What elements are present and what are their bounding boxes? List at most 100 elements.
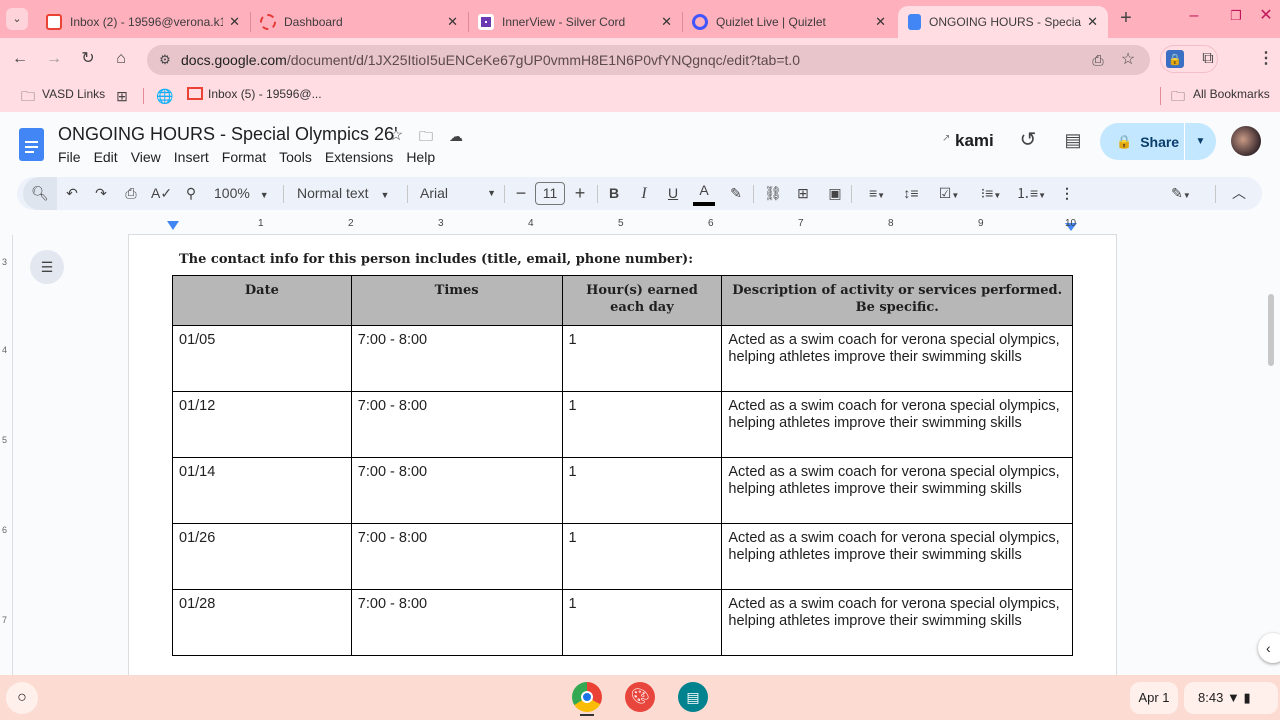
back-button[interactable]: ← [10,49,30,69]
vertical-scrollbar[interactable] [1268,294,1274,366]
status-area[interactable]: 8:43 ▼ ▮ [1184,682,1278,714]
cell-description[interactable]: Acted as a swim coach for verona special… [721,457,1073,524]
cell-date[interactable]: 01/05 [172,325,352,392]
cell-description[interactable]: Acted as a swim coach for verona special… [721,589,1073,656]
font-select[interactable]: Arial ▼ [420,177,496,210]
editing-mode-icon[interactable]: ✎▼ [1163,177,1199,212]
paint-format-icon[interactable]: ⚲ [181,177,201,210]
side-panel-toggle[interactable]: ‹ [1258,633,1280,663]
menu-tools[interactable]: Tools [279,149,312,165]
site-info-icon[interactable]: ⚙ [155,50,175,70]
canvas-app-icon[interactable]: 🎨︎ [625,682,655,712]
cell-times[interactable]: 7:00 - 8:00 [350,523,563,590]
decrease-font-size-button[interactable]: − [511,177,531,210]
tab-search-button[interactable]: ⌄ [6,8,28,30]
highlight-icon[interactable]: ✎ [726,177,746,210]
bookmark-star-icon[interactable]: ☆ [1118,50,1138,70]
style-select[interactable]: Normal text ▼ [297,177,397,212]
increase-font-size-button[interactable]: + [570,177,590,210]
checklist-icon[interactable]: ☑▼ [931,177,967,212]
google-docs-logo[interactable] [19,128,44,161]
cell-date[interactable]: 01/12 [172,391,352,458]
cell-description[interactable]: Acted as a swim coach for verona special… [721,523,1073,590]
italic-button[interactable]: I [634,177,654,210]
document-title[interactable]: ONGOING HOURS - Special Olympics 26' [58,124,398,145]
chrome-menu-button[interactable]: ⋮ [1256,49,1276,69]
underline-button[interactable]: U [663,177,683,210]
move-folder-icon[interactable]: 🗀 [416,126,436,146]
undo-icon[interactable]: ↶ [62,177,82,210]
minimize-button[interactable]: – [1184,6,1204,26]
tab-dashboard[interactable]: Dashboard ✕ [250,6,468,38]
left-indent-marker[interactable] [167,221,179,230]
line-spacing-icon[interactable]: ↕≡ [901,177,921,210]
menu-file[interactable]: File [58,149,81,165]
bulleted-list-icon[interactable]: ⁝≡▼ [973,177,1009,212]
bookmark-vasd-links[interactable]: VASD Links [42,87,105,101]
apps-grid-icon[interactable]: ⊞ [112,86,132,106]
home-button[interactable]: ⌂ [111,49,131,69]
menu-help[interactable]: Help [406,149,435,165]
menu-extensions[interactable]: Extensions [325,149,393,165]
search-menus-icon[interactable]: 🔍︎ [23,177,57,210]
cell-date[interactable]: 01/28 [172,589,352,656]
cell-times[interactable]: 7:00 - 8:00 [350,391,563,458]
cell-times[interactable]: 7:00 - 8:00 [350,457,563,524]
address-bar[interactable]: ⚙ docs.google.com/document/d/1JX25ItioI5… [147,45,1150,75]
maximize-button[interactable]: ❐ [1226,6,1246,26]
close-window-button[interactable]: ✕ [1256,6,1276,26]
puzzle-extensions-icon[interactable]: ⧉ [1198,49,1218,69]
menu-format[interactable]: Format [222,149,266,165]
close-icon[interactable]: ✕ [447,14,458,30]
cell-hours[interactable]: 1 [561,589,723,656]
tab-quizlet[interactable]: Quizlet Live | Quizlet ✕ [682,6,896,38]
link-icon[interactable]: ⛓ [763,177,783,210]
numbered-list-icon[interactable]: ⒈≡▼ [1013,177,1049,212]
install-app-icon[interactable]: ⎙ [1088,50,1108,70]
text-color-button[interactable]: A [693,177,715,206]
close-icon[interactable]: ✕ [875,14,886,30]
cell-hours[interactable]: 1 [561,391,723,458]
date-pill[interactable]: Apr 1 [1130,682,1178,714]
launcher-button[interactable]: ○ [6,682,38,714]
cell-times[interactable]: 7:00 - 8:00 [350,589,563,656]
cell-description[interactable]: Acted as a swim coach for verona special… [721,325,1073,392]
zoom-select[interactable]: 100% ▼ [214,177,274,212]
lock-extension-icon[interactable]: 🔒 [1166,50,1184,68]
new-tab-button[interactable]: + [1116,8,1136,28]
classroom-app-icon[interactable]: ▤ [678,682,708,712]
version-history-icon[interactable]: ↺ [1017,130,1039,150]
align-left-icon[interactable]: ≡▼ [861,177,893,212]
cell-hours[interactable]: 1 [561,523,723,590]
spellcheck-icon[interactable]: A✓ [151,177,172,210]
forward-button[interactable]: → [44,49,64,69]
tab-innerview[interactable]: InnerView - Silver Cord ✕ [468,6,682,38]
cell-times[interactable]: 7:00 - 8:00 [350,325,563,392]
share-button[interactable]: 🔒 Share ▼ [1100,123,1216,160]
cloud-saved-icon[interactable]: ☁ [446,126,466,146]
avatar[interactable] [1231,126,1261,156]
redo-icon[interactable]: ↷ [91,177,111,210]
comments-icon[interactable]: ▤ [1062,130,1084,150]
document-outline-button[interactable]: ☰ [30,250,64,284]
print-icon[interactable]: ⎙ [121,177,141,210]
menu-edit[interactable]: Edit [94,149,118,165]
font-size-input[interactable]: 11 [535,182,565,205]
kami-button[interactable]: kami [955,131,994,151]
close-icon[interactable]: ✕ [661,14,672,30]
menu-view[interactable]: View [131,149,161,165]
globe-icon[interactable]: 🌐 [156,86,174,106]
cell-date[interactable]: 01/14 [172,457,352,524]
cell-date[interactable]: 01/26 [172,523,352,590]
share-dropdown-button[interactable]: ▼ [1184,123,1216,160]
cell-hours[interactable]: 1 [561,457,723,524]
bookmark-inbox[interactable]: Inbox (5) - 19596@... [208,87,322,101]
close-icon[interactable]: ✕ [1087,14,1098,30]
add-comment-icon[interactable]: ⊞ [793,177,813,210]
collapse-menus-icon[interactable]: ︿ [1229,177,1249,210]
close-icon[interactable]: ✕ [229,14,240,30]
cell-hours[interactable]: 1 [561,325,723,392]
all-bookmarks[interactable]: All Bookmarks [1193,87,1270,101]
bold-button[interactable]: B [604,177,624,210]
menu-insert[interactable]: Insert [174,149,209,165]
